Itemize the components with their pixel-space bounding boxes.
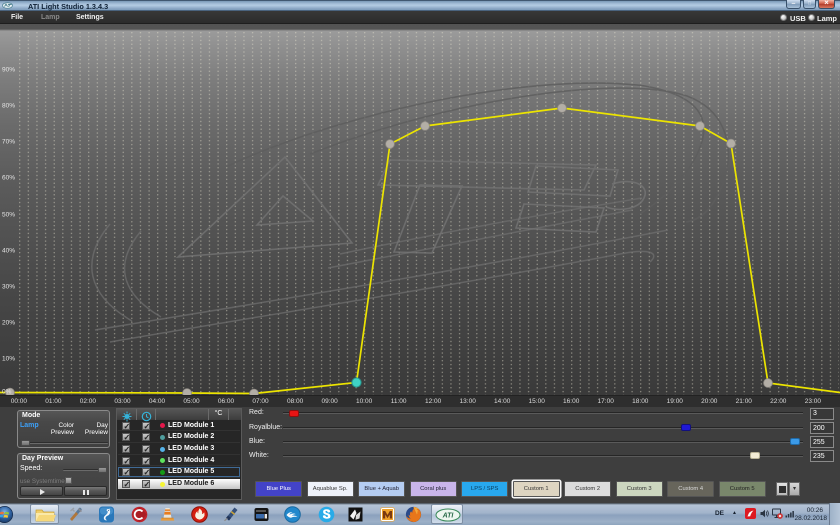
svg-text:ATI: ATI xyxy=(442,513,455,520)
